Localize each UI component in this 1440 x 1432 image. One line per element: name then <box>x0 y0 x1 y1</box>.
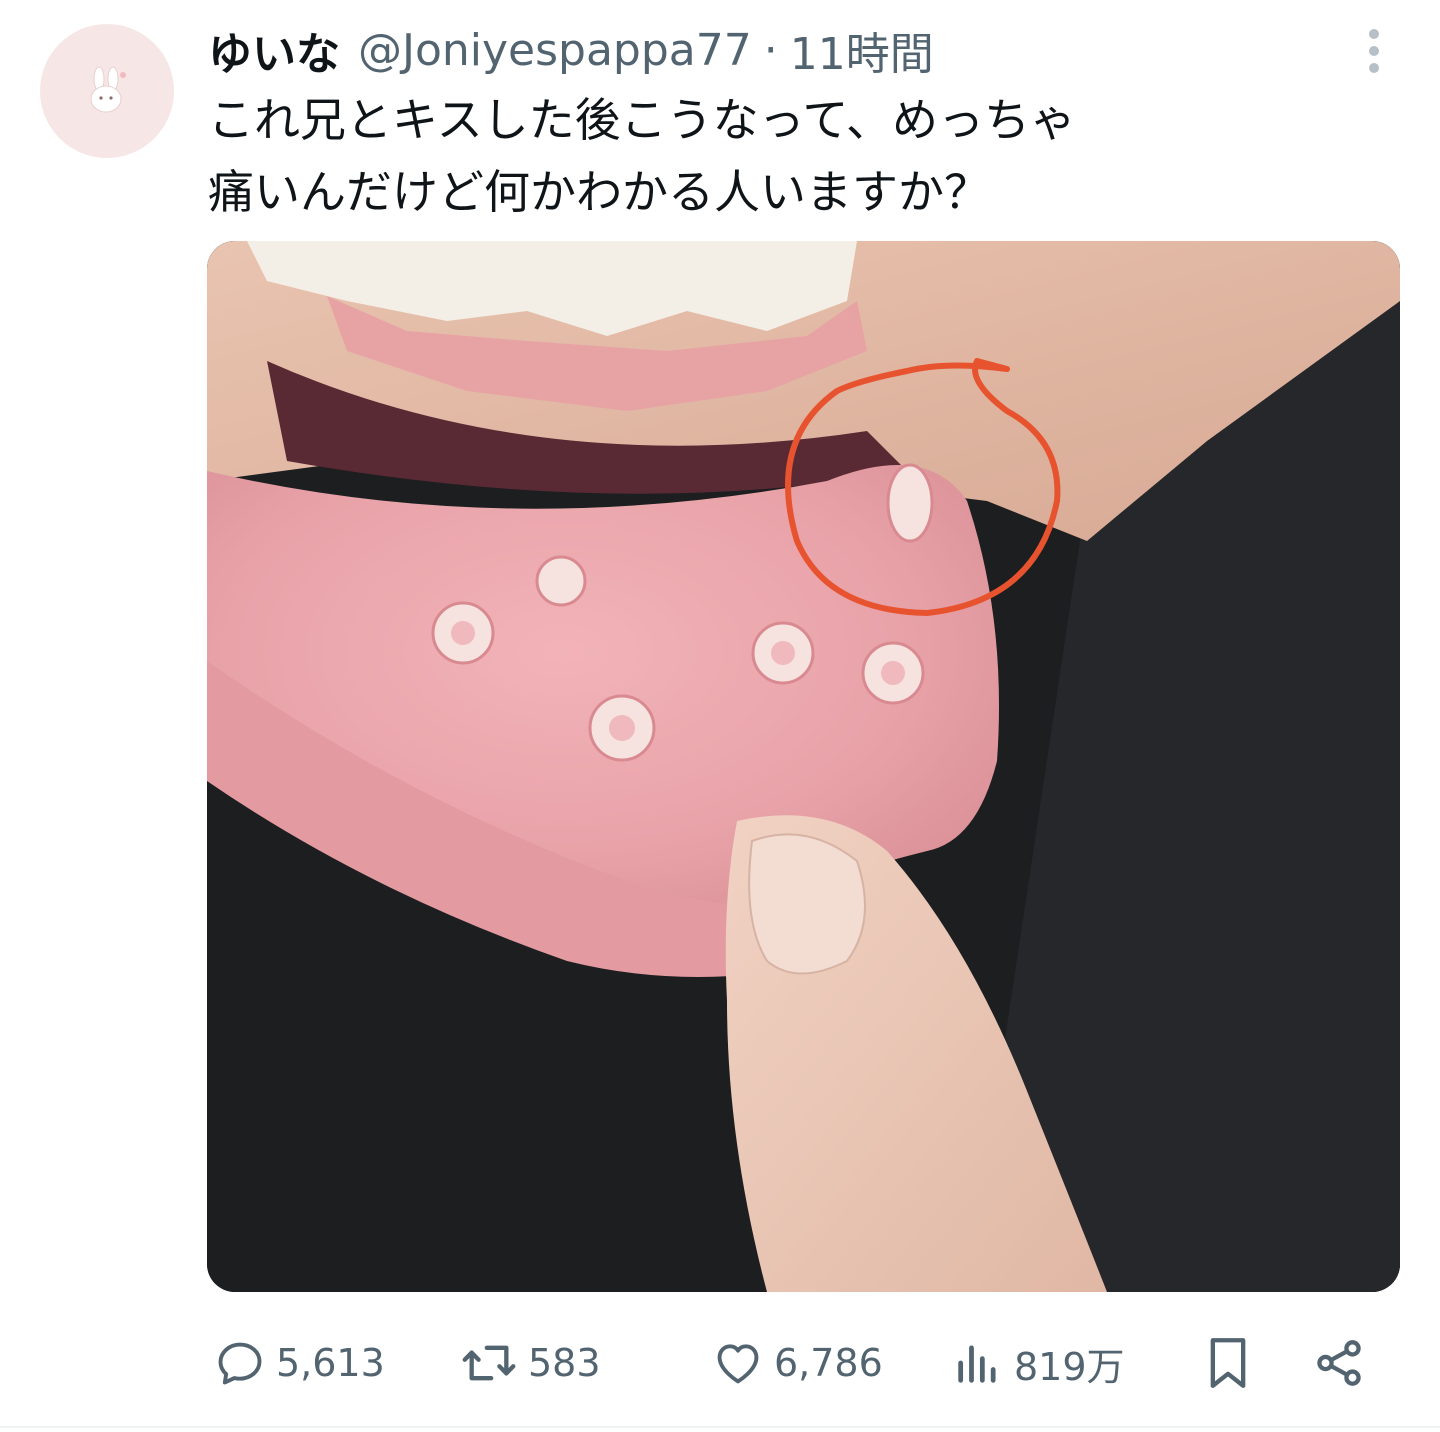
like-button[interactable]: 6,786 <box>712 1328 883 1398</box>
timestamp[interactable]: 11時間 <box>790 18 934 82</box>
reply-button[interactable]: 5,613 <box>214 1328 385 1398</box>
share-button[interactable] <box>1312 1328 1366 1398</box>
bunny-icon <box>90 66 126 113</box>
tweet-header: ゆいな @Joniyespappa77 · 11時間 <box>208 18 934 82</box>
photo-lip-sores <box>207 241 1400 1292</box>
views-button[interactable]: 819万 <box>952 1328 1125 1398</box>
share-icon <box>1317 1340 1361 1386</box>
more-vertical-icon <box>1369 29 1379 73</box>
tweet-text-line: 痛いんだけど何かわかる人いますか？ <box>208 165 990 219</box>
retweet-button[interactable]: 583 <box>460 1328 601 1398</box>
views-count: 819万 <box>1014 1344 1125 1389</box>
more-options-button[interactable] <box>1354 26 1394 76</box>
divider <box>0 1426 1440 1428</box>
retweet-icon <box>462 1345 516 1381</box>
tweet-actions: 5,613 583 6,786 819万 <box>0 1318 1440 1408</box>
bookmark-icon <box>1210 1338 1246 1388</box>
reply-count: 5,613 <box>276 1341 385 1385</box>
tweet-photo[interactable] <box>207 241 1400 1292</box>
user-handle[interactable]: @Joniyespappa77 <box>358 25 752 76</box>
bookmark-button[interactable] <box>1202 1328 1254 1398</box>
views-icon <box>958 1345 996 1383</box>
display-name[interactable]: ゆいな <box>208 18 340 82</box>
separator-dot: · <box>763 24 778 76</box>
reply-icon <box>218 1342 262 1385</box>
tweet-text: これ兄とキスした後こうなって、めっちゃ 痛いんだけど何かわかる人いますか？ <box>208 84 1328 228</box>
heart-icon <box>717 1344 759 1384</box>
retweet-count: 583 <box>528 1341 601 1385</box>
tweet-text-line: これ兄とキスした後こうなって、めっちゃ <box>208 93 1077 147</box>
avatar[interactable] <box>40 24 174 158</box>
like-count: 6,786 <box>774 1341 883 1385</box>
